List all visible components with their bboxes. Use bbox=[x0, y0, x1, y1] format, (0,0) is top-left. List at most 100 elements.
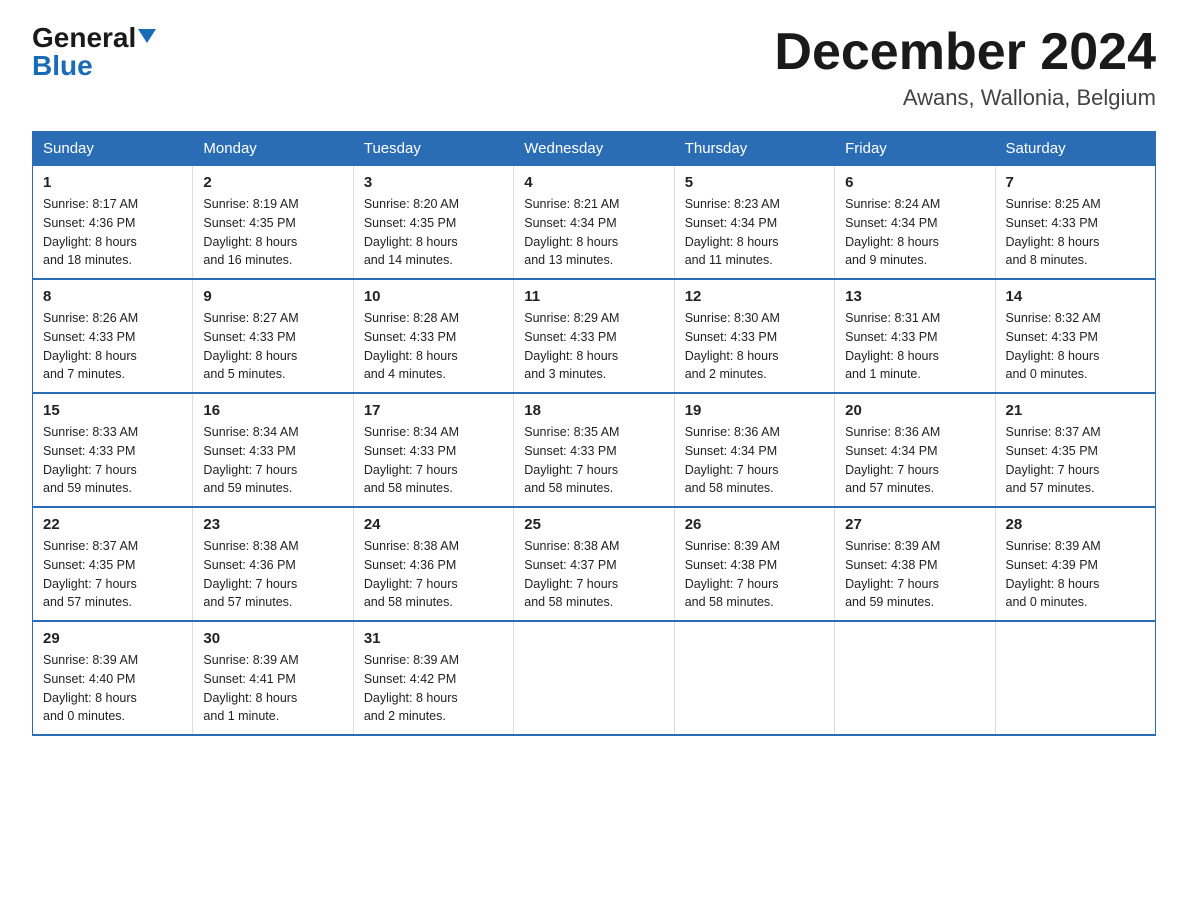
day-number: 21 bbox=[1006, 402, 1145, 419]
col-friday: Friday bbox=[835, 132, 995, 166]
day-number: 15 bbox=[43, 402, 182, 419]
day-number: 24 bbox=[364, 516, 503, 533]
table-row bbox=[514, 621, 674, 735]
table-row: 21 Sunrise: 8:37 AMSunset: 4:35 PMDaylig… bbox=[995, 393, 1155, 507]
logo-text: General bbox=[32, 24, 156, 52]
day-info: Sunrise: 8:30 AMSunset: 4:33 PMDaylight:… bbox=[685, 311, 780, 381]
day-info: Sunrise: 8:37 AMSunset: 4:35 PMDaylight:… bbox=[1006, 425, 1101, 495]
day-number: 8 bbox=[43, 288, 182, 305]
calendar-header-row: Sunday Monday Tuesday Wednesday Thursday… bbox=[33, 132, 1156, 166]
logo-blue: Blue bbox=[32, 52, 93, 80]
day-info: Sunrise: 8:20 AMSunset: 4:35 PMDaylight:… bbox=[364, 197, 459, 267]
day-number: 14 bbox=[1006, 288, 1145, 305]
col-tuesday: Tuesday bbox=[353, 132, 513, 166]
table-row: 15 Sunrise: 8:33 AMSunset: 4:33 PMDaylig… bbox=[33, 393, 193, 507]
table-row: 8 Sunrise: 8:26 AMSunset: 4:33 PMDayligh… bbox=[33, 279, 193, 393]
day-number: 20 bbox=[845, 402, 984, 419]
table-row: 14 Sunrise: 8:32 AMSunset: 4:33 PMDaylig… bbox=[995, 279, 1155, 393]
table-row: 16 Sunrise: 8:34 AMSunset: 4:33 PMDaylig… bbox=[193, 393, 353, 507]
table-row bbox=[835, 621, 995, 735]
day-number: 9 bbox=[203, 288, 342, 305]
table-row: 10 Sunrise: 8:28 AMSunset: 4:33 PMDaylig… bbox=[353, 279, 513, 393]
day-info: Sunrise: 8:35 AMSunset: 4:33 PMDaylight:… bbox=[524, 425, 619, 495]
table-row: 31 Sunrise: 8:39 AMSunset: 4:42 PMDaylig… bbox=[353, 621, 513, 735]
location-title: Awans, Wallonia, Belgium bbox=[774, 85, 1156, 111]
col-wednesday: Wednesday bbox=[514, 132, 674, 166]
table-row: 4 Sunrise: 8:21 AMSunset: 4:34 PMDayligh… bbox=[514, 166, 674, 280]
table-row: 23 Sunrise: 8:38 AMSunset: 4:36 PMDaylig… bbox=[193, 507, 353, 621]
day-info: Sunrise: 8:32 AMSunset: 4:33 PMDaylight:… bbox=[1006, 311, 1101, 381]
day-number: 3 bbox=[364, 174, 503, 191]
col-saturday: Saturday bbox=[995, 132, 1155, 166]
day-number: 10 bbox=[364, 288, 503, 305]
table-row: 3 Sunrise: 8:20 AMSunset: 4:35 PMDayligh… bbox=[353, 166, 513, 280]
table-row bbox=[995, 621, 1155, 735]
day-number: 4 bbox=[524, 174, 663, 191]
table-row: 12 Sunrise: 8:30 AMSunset: 4:33 PMDaylig… bbox=[674, 279, 834, 393]
table-row: 27 Sunrise: 8:39 AMSunset: 4:38 PMDaylig… bbox=[835, 507, 995, 621]
day-info: Sunrise: 8:33 AMSunset: 4:33 PMDaylight:… bbox=[43, 425, 138, 495]
day-number: 12 bbox=[685, 288, 824, 305]
day-info: Sunrise: 8:34 AMSunset: 4:33 PMDaylight:… bbox=[203, 425, 298, 495]
calendar-week-row: 1 Sunrise: 8:17 AMSunset: 4:36 PMDayligh… bbox=[33, 166, 1156, 280]
day-info: Sunrise: 8:28 AMSunset: 4:33 PMDaylight:… bbox=[364, 311, 459, 381]
table-row: 2 Sunrise: 8:19 AMSunset: 4:35 PMDayligh… bbox=[193, 166, 353, 280]
table-row: 24 Sunrise: 8:38 AMSunset: 4:36 PMDaylig… bbox=[353, 507, 513, 621]
day-info: Sunrise: 8:38 AMSunset: 4:36 PMDaylight:… bbox=[203, 539, 298, 609]
day-info: Sunrise: 8:39 AMSunset: 4:42 PMDaylight:… bbox=[364, 653, 459, 723]
calendar-week-row: 8 Sunrise: 8:26 AMSunset: 4:33 PMDayligh… bbox=[33, 279, 1156, 393]
col-monday: Monday bbox=[193, 132, 353, 166]
col-thursday: Thursday bbox=[674, 132, 834, 166]
day-info: Sunrise: 8:27 AMSunset: 4:33 PMDaylight:… bbox=[203, 311, 298, 381]
calendar-table: Sunday Monday Tuesday Wednesday Thursday… bbox=[32, 131, 1156, 736]
day-number: 22 bbox=[43, 516, 182, 533]
table-row: 18 Sunrise: 8:35 AMSunset: 4:33 PMDaylig… bbox=[514, 393, 674, 507]
table-row: 29 Sunrise: 8:39 AMSunset: 4:40 PMDaylig… bbox=[33, 621, 193, 735]
table-row: 19 Sunrise: 8:36 AMSunset: 4:34 PMDaylig… bbox=[674, 393, 834, 507]
day-number: 31 bbox=[364, 630, 503, 647]
day-info: Sunrise: 8:39 AMSunset: 4:39 PMDaylight:… bbox=[1006, 539, 1101, 609]
day-info: Sunrise: 8:23 AMSunset: 4:34 PMDaylight:… bbox=[685, 197, 780, 267]
day-info: Sunrise: 8:39 AMSunset: 4:38 PMDaylight:… bbox=[685, 539, 780, 609]
day-number: 29 bbox=[43, 630, 182, 647]
day-number: 13 bbox=[845, 288, 984, 305]
day-info: Sunrise: 8:21 AMSunset: 4:34 PMDaylight:… bbox=[524, 197, 619, 267]
day-info: Sunrise: 8:38 AMSunset: 4:36 PMDaylight:… bbox=[364, 539, 459, 609]
day-number: 2 bbox=[203, 174, 342, 191]
day-number: 16 bbox=[203, 402, 342, 419]
day-info: Sunrise: 8:39 AMSunset: 4:40 PMDaylight:… bbox=[43, 653, 138, 723]
day-number: 17 bbox=[364, 402, 503, 419]
table-row: 25 Sunrise: 8:38 AMSunset: 4:37 PMDaylig… bbox=[514, 507, 674, 621]
day-info: Sunrise: 8:36 AMSunset: 4:34 PMDaylight:… bbox=[845, 425, 940, 495]
day-info: Sunrise: 8:36 AMSunset: 4:34 PMDaylight:… bbox=[685, 425, 780, 495]
table-row: 1 Sunrise: 8:17 AMSunset: 4:36 PMDayligh… bbox=[33, 166, 193, 280]
day-info: Sunrise: 8:39 AMSunset: 4:38 PMDaylight:… bbox=[845, 539, 940, 609]
table-row: 6 Sunrise: 8:24 AMSunset: 4:34 PMDayligh… bbox=[835, 166, 995, 280]
calendar-week-row: 29 Sunrise: 8:39 AMSunset: 4:40 PMDaylig… bbox=[33, 621, 1156, 735]
table-row: 11 Sunrise: 8:29 AMSunset: 4:33 PMDaylig… bbox=[514, 279, 674, 393]
table-row: 17 Sunrise: 8:34 AMSunset: 4:33 PMDaylig… bbox=[353, 393, 513, 507]
day-number: 11 bbox=[524, 288, 663, 305]
day-info: Sunrise: 8:38 AMSunset: 4:37 PMDaylight:… bbox=[524, 539, 619, 609]
day-info: Sunrise: 8:31 AMSunset: 4:33 PMDaylight:… bbox=[845, 311, 940, 381]
day-info: Sunrise: 8:29 AMSunset: 4:33 PMDaylight:… bbox=[524, 311, 619, 381]
table-row: 20 Sunrise: 8:36 AMSunset: 4:34 PMDaylig… bbox=[835, 393, 995, 507]
table-row bbox=[674, 621, 834, 735]
day-number: 27 bbox=[845, 516, 984, 533]
page-header: General Blue December 2024 Awans, Wallon… bbox=[32, 24, 1156, 111]
day-number: 23 bbox=[203, 516, 342, 533]
day-number: 5 bbox=[685, 174, 824, 191]
table-row: 13 Sunrise: 8:31 AMSunset: 4:33 PMDaylig… bbox=[835, 279, 995, 393]
day-info: Sunrise: 8:39 AMSunset: 4:41 PMDaylight:… bbox=[203, 653, 298, 723]
day-info: Sunrise: 8:17 AMSunset: 4:36 PMDaylight:… bbox=[43, 197, 138, 267]
table-row: 30 Sunrise: 8:39 AMSunset: 4:41 PMDaylig… bbox=[193, 621, 353, 735]
table-row: 26 Sunrise: 8:39 AMSunset: 4:38 PMDaylig… bbox=[674, 507, 834, 621]
day-number: 26 bbox=[685, 516, 824, 533]
table-row: 22 Sunrise: 8:37 AMSunset: 4:35 PMDaylig… bbox=[33, 507, 193, 621]
title-area: December 2024 Awans, Wallonia, Belgium bbox=[774, 24, 1156, 111]
day-info: Sunrise: 8:24 AMSunset: 4:34 PMDaylight:… bbox=[845, 197, 940, 267]
table-row: 28 Sunrise: 8:39 AMSunset: 4:39 PMDaylig… bbox=[995, 507, 1155, 621]
day-number: 18 bbox=[524, 402, 663, 419]
day-number: 30 bbox=[203, 630, 342, 647]
day-number: 7 bbox=[1006, 174, 1145, 191]
